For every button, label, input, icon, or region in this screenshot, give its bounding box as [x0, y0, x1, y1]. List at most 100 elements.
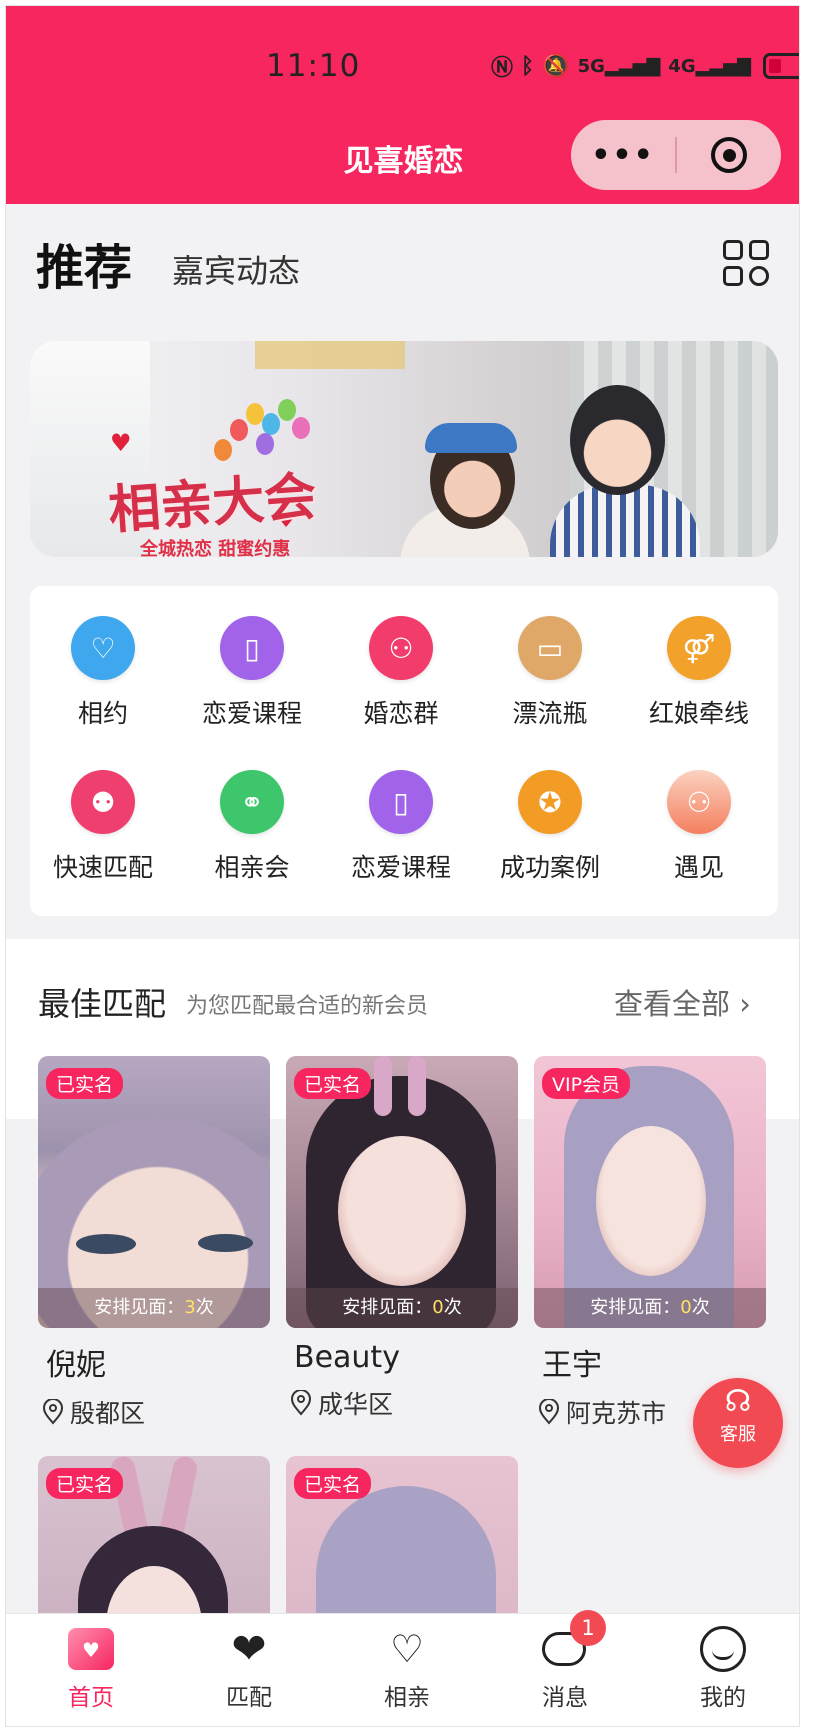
5g-signal-icon: 5G▂▃▅▇ [577, 55, 661, 77]
nav-messages[interactable]: 1 消息 [510, 1610, 620, 1712]
member-card[interactable]: VIP会员 安排见面：0次 王宇 阿克苏市 [534, 1056, 766, 1430]
nav-profile[interactable]: 我的 [668, 1624, 778, 1712]
verified-badge: 已实名 [46, 1468, 124, 1499]
member-location: 成华区 [286, 1385, 518, 1421]
shortcut-meet[interactable]: ⚇ 遇见 [624, 770, 774, 884]
verified-badge: 已实名 [294, 1468, 372, 1499]
member-name: Beauty [294, 1340, 400, 1375]
app-frame: 11:10 Ⓝ ᛒ 🔕 5G▂▃▅▇ 4G▂▃▅▇ 见喜婚恋 ••• 推荐 嘉宾… [5, 5, 800, 1727]
shortcut-label: 恋爱课程 [350, 853, 451, 882]
medal-icon: ✪ [518, 770, 582, 834]
shortcut-label: 漂流瓶 [512, 699, 588, 728]
shortcut-label: 成功案例 [499, 853, 600, 882]
banner-subtitle: 全城热恋 甜蜜约惠 [140, 539, 291, 557]
shortcut-drift-bottle[interactable]: ▭ 漂流瓶 [475, 616, 625, 730]
shortcut-label: 遇见 [673, 853, 724, 882]
bluetooth-icon: ᛒ [521, 53, 535, 79]
nav-label: 首页 [68, 1685, 114, 1711]
location-pin-icon [42, 1399, 64, 1425]
member-photo: VIP会员 安排见面：0次 [534, 1056, 766, 1328]
chevron-right-icon: › [739, 987, 751, 1021]
close-target-button[interactable] [677, 137, 781, 173]
shortcut-matchmaker[interactable]: ⚤ 红娘牵线 [624, 616, 774, 730]
member-card[interactable]: 已实名 安排见面：0次 Beauty 成华区 [286, 1056, 518, 1421]
promo-banner[interactable]: ♥ ♥ 相亲大会 全城热恋 甜蜜约惠 [30, 341, 778, 557]
best-match-title: 最佳匹配 [38, 985, 167, 1023]
shortcut-marriage-group[interactable]: ⚇ 婚恋群 [326, 616, 476, 730]
people-icon: ⚇ [667, 770, 731, 834]
heart-chat-icon: ♡ [71, 616, 135, 680]
member-card[interactable]: 已实名 安排见面：3次 倪妮 殷都区 [38, 1056, 270, 1430]
couple-photo [400, 385, 700, 557]
category-grid-icon[interactable] [723, 240, 769, 286]
shortcut-label: 相亲会 [214, 853, 290, 882]
shortcut-label: 相约 [77, 699, 128, 728]
top-bar: 11:10 Ⓝ ᛒ 🔕 5G▂▃▅▇ 4G▂▃▅▇ 见喜婚恋 ••• [6, 6, 799, 204]
meet-count-bar: 安排见面：0次 [534, 1288, 766, 1328]
shortcut-love-course-2[interactable]: ▯ 恋爱课程 [326, 770, 476, 884]
shortcut-love-course[interactable]: ▯ 恋爱课程 [177, 616, 327, 730]
chat-bubble-icon: 1 [540, 1610, 606, 1674]
mute-icon: 🔕 [542, 53, 570, 79]
tab-indicator [44, 78, 72, 90]
shortcut-date[interactable]: ♡ 相约 [28, 616, 178, 730]
shortcut-label: 红娘牵线 [648, 699, 749, 728]
verified-badge: 已实名 [46, 1068, 124, 1099]
unread-badge: 1 [570, 1610, 606, 1646]
battery-icon [762, 53, 799, 79]
nav-match[interactable]: ❤ 匹配 [194, 1624, 304, 1712]
location-pin-icon [538, 1399, 560, 1425]
shortcut-quick-match[interactable]: ⚉ 快速匹配 [28, 770, 178, 884]
nav-label: 消息 [542, 1685, 588, 1711]
vip-badge: VIP会员 [542, 1068, 631, 1099]
member-name: 倪妮 [46, 1348, 106, 1383]
target-icon [711, 137, 747, 173]
nav-label: 我的 [700, 1685, 746, 1711]
location-pin-icon [290, 1390, 312, 1416]
shortcut-panel: ♡ 相约 ▯ 恋爱课程 ⚇ 婚恋群 ▭ 漂流瓶 ⚤ 红娘牵线 ⚉ 快速匹配 ⚭ … [30, 586, 778, 916]
nav-label: 相亲 [384, 1685, 430, 1711]
banner-title: 相亲大会 [106, 465, 319, 542]
match-icon: ⚉ [71, 770, 135, 834]
mini-program-capsule: ••• [571, 120, 781, 190]
rings-icon: ⚭ [220, 770, 284, 834]
bottom-nav: ♥ 首页 ❤ 匹配 ♡ 相亲 1 消息 我的 [6, 1610, 799, 1726]
shortcut-label: 恋爱课程 [201, 699, 302, 728]
shortcut-label: 快速匹配 [52, 853, 153, 882]
tab-guest-moments[interactable]: 嘉宾动态 [172, 246, 300, 298]
headset-icon: ☊ [724, 1384, 752, 1419]
member-photo: 已实名 安排见面：0次 [286, 1056, 518, 1328]
best-match-subtitle: 为您匹配最合适的新会员 [186, 994, 429, 1019]
heart-icon: ♥ [110, 429, 132, 457]
double-heart-icon: ♡ [389, 1627, 425, 1671]
more-menu-button[interactable]: ••• [571, 138, 675, 173]
shortcut-success-cases[interactable]: ✪ 成功案例 [475, 770, 625, 884]
bottle-icon: ▭ [518, 616, 582, 680]
member-photo: 已实名 安排见面：3次 [38, 1056, 270, 1328]
group-icon: ⚇ [369, 616, 433, 680]
member-location: 殷都区 [38, 1394, 270, 1430]
tab-recommend[interactable]: 推荐 [36, 228, 132, 298]
nav-blind-date[interactable]: ♡ 相亲 [352, 1624, 462, 1712]
status-time: 11:10 [266, 48, 361, 84]
verified-badge: 已实名 [294, 1068, 372, 1099]
nav-home[interactable]: ♥ 首页 [36, 1624, 146, 1712]
nav-label: 匹配 [226, 1685, 272, 1711]
4g-signal-icon: 4G▂▃▅▇ [668, 55, 751, 77]
status-icons: Ⓝ ᛒ 🔕 5G▂▃▅▇ 4G▂▃▅▇ [491, 50, 799, 82]
home-heart-icon: ♥ [66, 1624, 116, 1674]
meet-count-bar: 安排见面：0次 [286, 1288, 518, 1328]
shortcut-blind-date-party[interactable]: ⚭ 相亲会 [177, 770, 327, 884]
customer-service-button[interactable]: ☊ 客服 [693, 1378, 783, 1468]
gender-icon: ⚤ [667, 616, 731, 680]
shortcut-label: 婚恋群 [363, 699, 439, 728]
match-heart-icon: ❤ [231, 1624, 267, 1673]
see-all-label: 查看全部 [614, 987, 731, 1021]
customer-service-label: 客服 [720, 1424, 756, 1445]
smile-face-icon [698, 1624, 748, 1674]
see-all-link[interactable]: 查看全部 › [614, 981, 751, 1023]
nfc-icon: Ⓝ [491, 56, 514, 81]
meet-count-bar: 安排见面：3次 [38, 1288, 270, 1328]
top-tabs: 推荐 嘉宾动态 [36, 228, 300, 298]
book-icon: ▯ [369, 770, 433, 834]
